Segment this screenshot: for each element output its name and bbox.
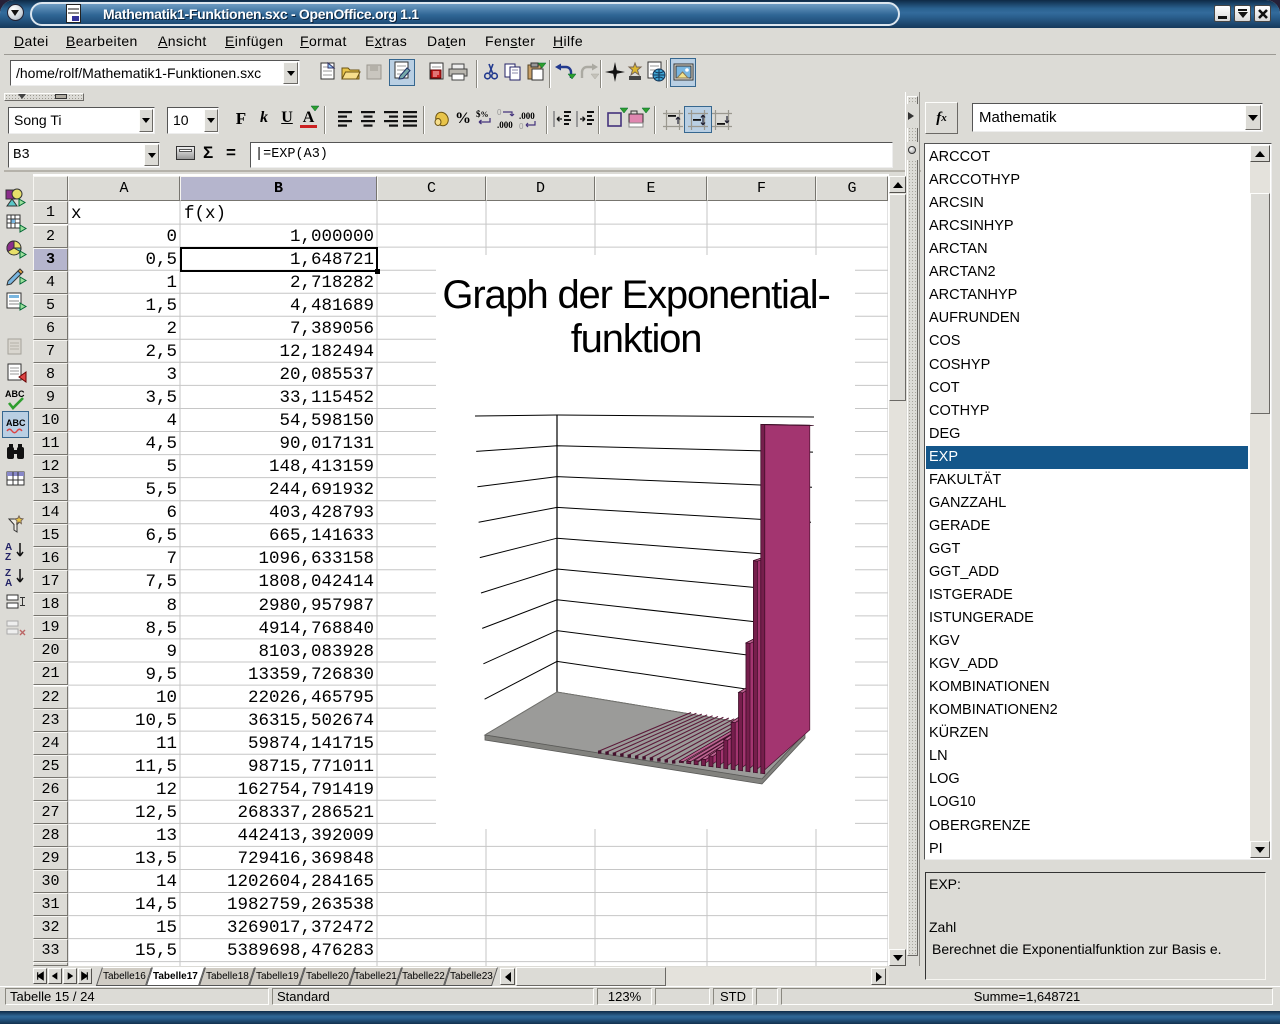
svg-text:Graph der Exponential-: Graph der Exponential- <box>442 273 829 317</box>
svg-text:$%: $% <box>476 109 489 119</box>
svg-text:0: 0 <box>497 108 502 117</box>
svg-text:.000: .000 <box>497 120 513 130</box>
svg-text:.000: .000 <box>519 111 535 121</box>
svg-text:0: 0 <box>519 122 524 130</box>
svg-text:funktion: funktion <box>571 317 702 361</box>
